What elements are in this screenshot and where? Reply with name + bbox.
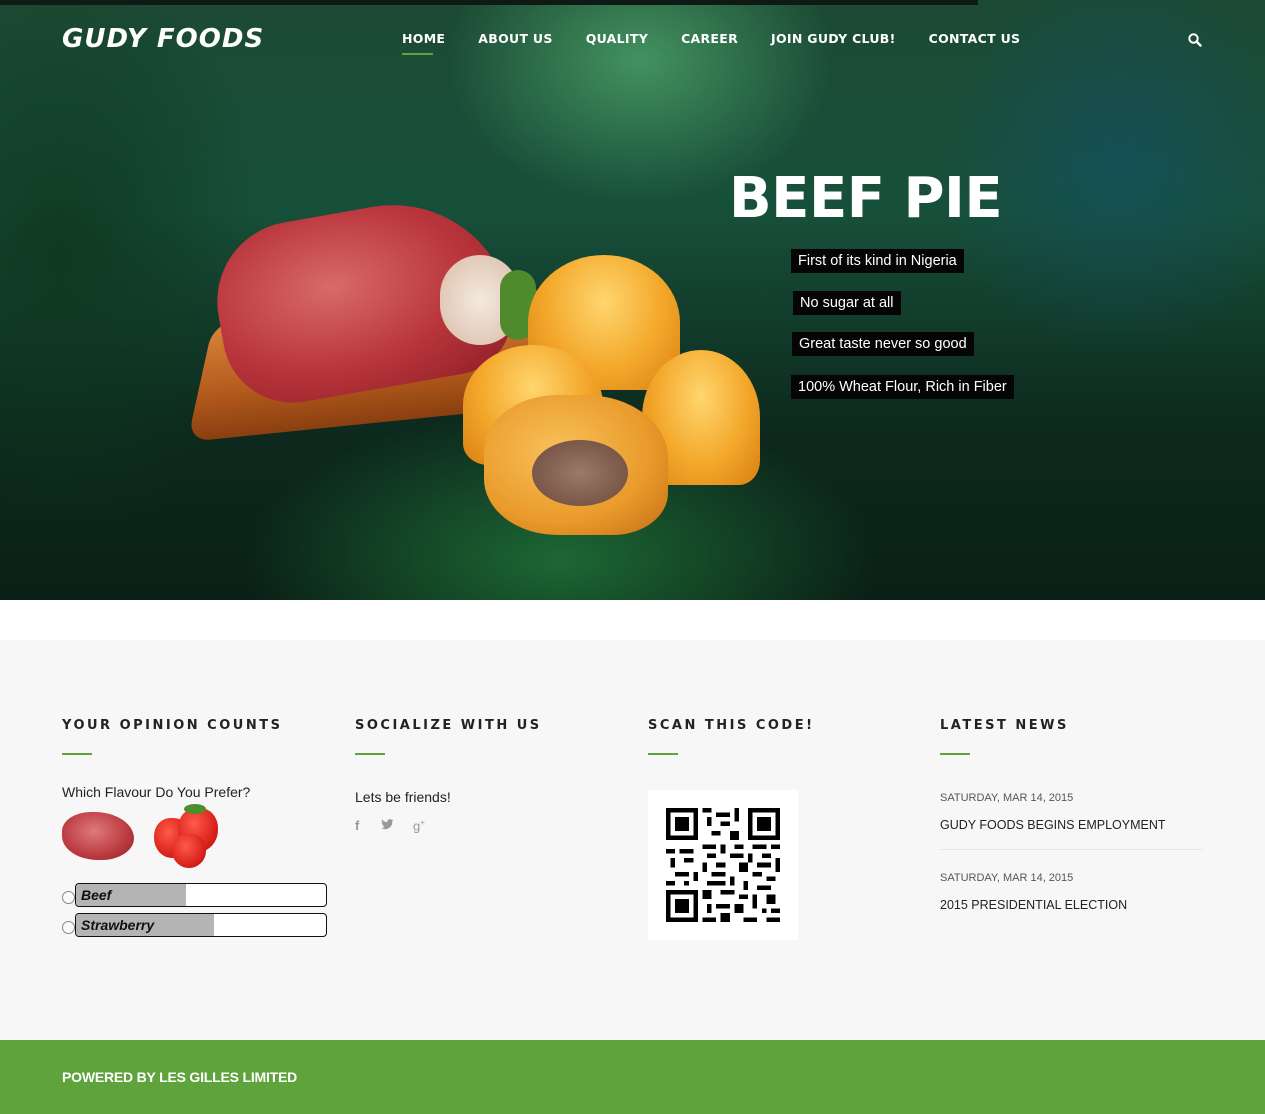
news-link[interactable]: 2015 PRESIDENTIAL ELECTION bbox=[940, 898, 1127, 912]
beef-flavour-image bbox=[62, 812, 134, 860]
title-underline bbox=[62, 753, 92, 755]
poll-option-beef[interactable]: Beef bbox=[62, 883, 327, 907]
nav-item-career[interactable]: CAREER bbox=[681, 31, 738, 55]
news-divider bbox=[940, 849, 1202, 850]
title-underline bbox=[940, 753, 970, 755]
news-date: SATURDAY, MAR 14, 2015 bbox=[940, 872, 1074, 884]
site-footer: POWERED BY LES GILLES LIMITED bbox=[0, 1040, 1265, 1114]
hero-feature: 100% Wheat Flour, Rich in Fiber bbox=[791, 375, 1014, 399]
social-widget: SOCIALIZE WITH US Lets be friends! f g+ bbox=[355, 718, 542, 833]
nav-item-contact-us[interactable]: CONTACT US bbox=[929, 31, 1021, 55]
hero-title: BEEF PIE bbox=[729, 166, 1003, 231]
poll-radio-strawberry[interactable] bbox=[62, 921, 75, 934]
poll-result-bar: Beef bbox=[75, 883, 327, 907]
strawberry-flavour-image bbox=[154, 804, 220, 868]
title-underline bbox=[648, 753, 678, 755]
poll-result-bar: Strawberry bbox=[75, 913, 327, 937]
top-progress-line bbox=[0, 0, 978, 5]
news-date: SATURDAY, MAR 14, 2015 bbox=[940, 792, 1074, 804]
title-underline bbox=[355, 753, 385, 755]
social-tagline: Lets be friends! bbox=[355, 789, 451, 805]
search-icon[interactable] bbox=[1187, 32, 1203, 48]
nav-item-home[interactable]: HOME bbox=[402, 31, 445, 55]
hero-feature: Great taste never so good bbox=[792, 332, 974, 356]
nav-item-join-gudy-club[interactable]: JOIN GUDY CLUB! bbox=[771, 31, 896, 55]
poll-radio-beef[interactable] bbox=[62, 891, 75, 904]
qr-code bbox=[648, 790, 798, 940]
hero-feature: First of its kind in Nigeria bbox=[791, 249, 964, 273]
nav-item-about-us[interactable]: ABOUT US bbox=[478, 31, 552, 55]
poll-question: Which Flavour Do You Prefer? bbox=[62, 784, 251, 800]
site-logo[interactable]: GUDY FOODS bbox=[62, 24, 264, 54]
news-link[interactable]: GUDY FOODS BEGINS EMPLOYMENT bbox=[940, 818, 1166, 832]
nav-item-quality[interactable]: QUALITY bbox=[586, 31, 648, 55]
widget-title: LATEST NEWS bbox=[940, 718, 1069, 733]
widget-title: SOCIALIZE WITH US bbox=[355, 718, 542, 733]
google-plus-icon[interactable]: g+ bbox=[413, 818, 425, 833]
twitter-icon[interactable] bbox=[381, 818, 394, 833]
widget-title: SCAN THIS CODE! bbox=[648, 718, 815, 733]
poll-option-strawberry[interactable]: Strawberry bbox=[62, 913, 327, 937]
footer-widgets: YOUR OPINION COUNTS Which Flavour Do You… bbox=[0, 640, 1265, 1040]
footer-credit: POWERED BY LES GILLES LIMITED bbox=[62, 1069, 298, 1085]
news-widget: LATEST NEWS SATURDAY, MAR 14, 2015 GUDY … bbox=[940, 718, 1202, 912]
qr-widget: SCAN THIS CODE! bbox=[648, 718, 815, 940]
beef-filling-image bbox=[532, 440, 628, 506]
hero-section: GUDY FOODS HOME ABOUT US QUALITY CAREER … bbox=[0, 0, 1265, 600]
hero-feature: No sugar at all bbox=[793, 291, 901, 315]
poll-option-label: Beef bbox=[81, 887, 112, 903]
main-nav: HOME ABOUT US QUALITY CAREER JOIN GUDY C… bbox=[402, 31, 1053, 55]
poll-option-label: Strawberry bbox=[81, 917, 155, 933]
poll-widget: YOUR OPINION COUNTS Which Flavour Do You… bbox=[62, 718, 327, 937]
facebook-icon[interactable]: f bbox=[355, 818, 359, 833]
widget-title: YOUR OPINION COUNTS bbox=[62, 718, 283, 733]
